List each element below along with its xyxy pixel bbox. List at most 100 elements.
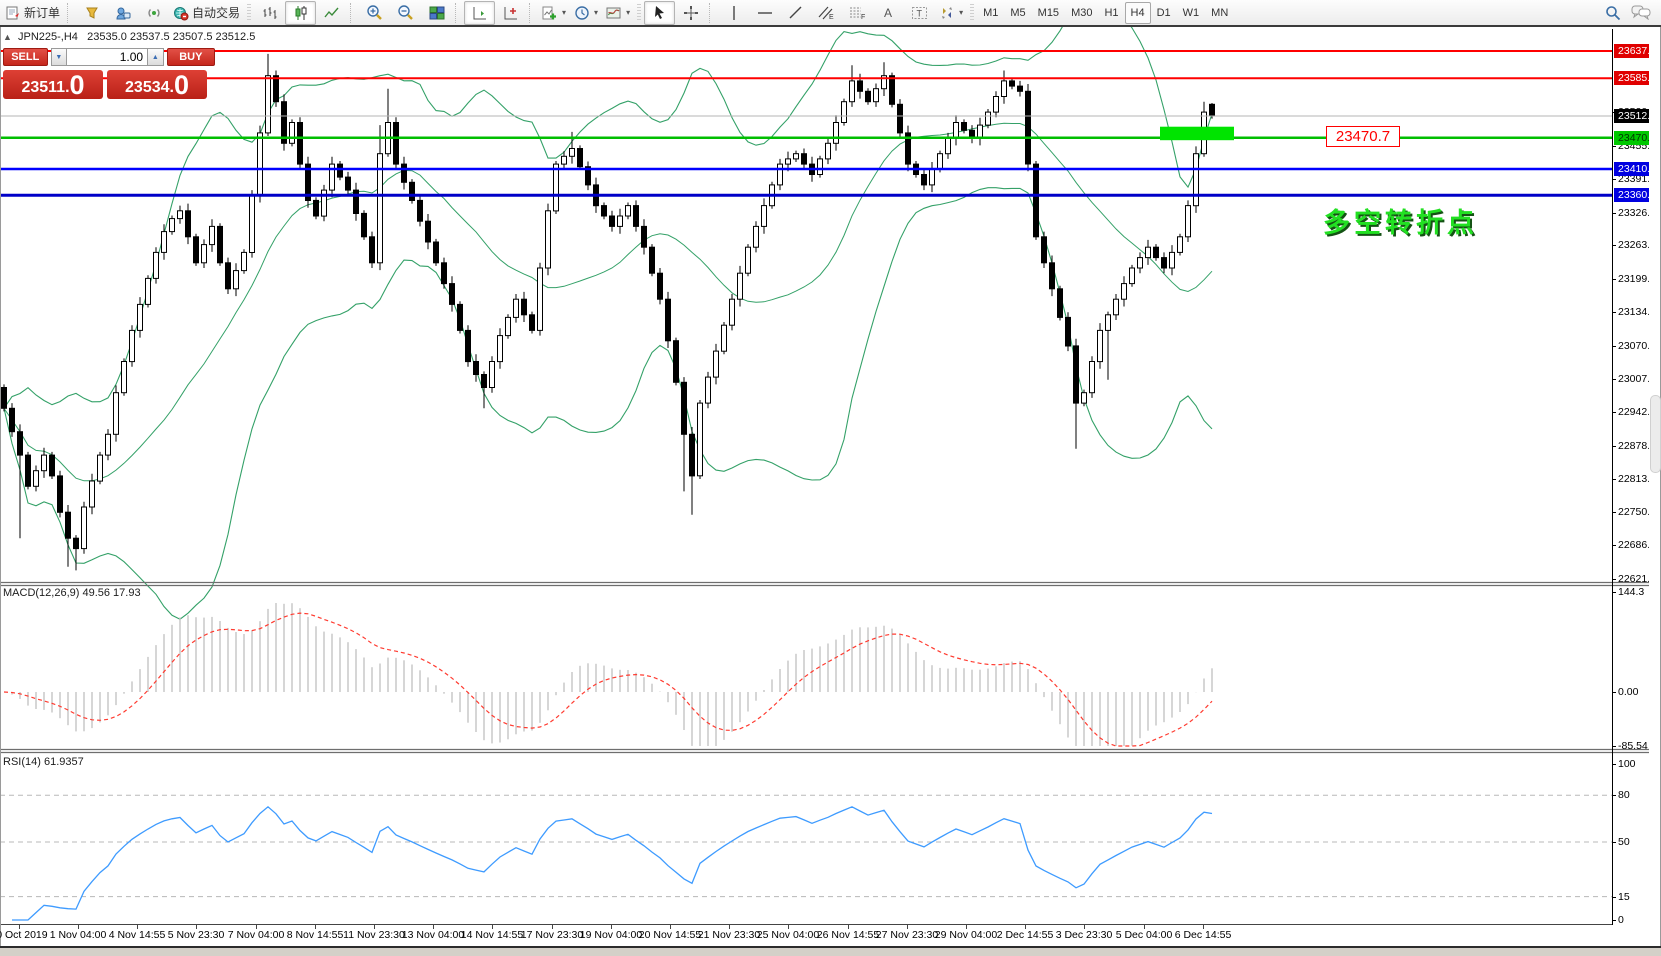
divider [455, 3, 460, 23]
channel-tool[interactable]: E [811, 1, 842, 25]
one-click-toggle-icon[interactable]: ▲ [3, 32, 12, 42]
sell-price-big-digit: 0 [70, 73, 85, 98]
trendline-icon [788, 5, 804, 21]
timeframe-m30[interactable]: M30 [1065, 2, 1098, 24]
macd-tick-mark [1612, 692, 1616, 693]
toolbar-grip [637, 4, 641, 22]
arrows-tool[interactable]: ▾ [935, 1, 967, 25]
candle-body [610, 216, 615, 226]
date-label: 13 Nov 04:00 [402, 929, 464, 941]
candle-body [202, 245, 207, 263]
indicators-button[interactable]: ▾ [538, 1, 570, 25]
timeframe-mn[interactable]: MN [1205, 2, 1234, 24]
candle-body [1082, 393, 1087, 403]
rsi-scale-label: 0 [1618, 914, 1624, 926]
svg-text:F: F [861, 14, 865, 21]
buy-price-main: 23534. [125, 78, 174, 98]
signals-button[interactable] [138, 1, 169, 25]
candle-body [10, 408, 15, 431]
candle-body [1146, 247, 1151, 257]
dropdown-caret: ▾ [562, 8, 566, 17]
line-chart-button[interactable] [316, 1, 347, 25]
scrollbar-thumb[interactable] [1650, 395, 1661, 473]
zoom-in-button[interactable] [359, 1, 390, 25]
market-button[interactable] [76, 1, 107, 25]
timeframe-h1[interactable]: H1 [1098, 2, 1124, 24]
candle-body [122, 362, 127, 393]
volume-input[interactable] [67, 48, 147, 66]
timeframe-h4[interactable]: H4 [1125, 2, 1151, 24]
templates-icon [606, 5, 622, 21]
vertical-line-icon [727, 5, 741, 21]
candle-body [266, 76, 271, 133]
fibonacci-tool[interactable]: F [842, 1, 873, 25]
hosting-button[interactable] [107, 1, 138, 25]
toolbar-grip [247, 4, 251, 22]
vertical-line-tool[interactable] [718, 1, 749, 25]
rsi-tick-mark [1612, 897, 1616, 898]
candle-body [858, 81, 863, 91]
sell-price-display[interactable]: 23511. 0 [3, 70, 103, 99]
text-tool[interactable]: A [873, 1, 904, 25]
candle-body [666, 299, 671, 341]
text-label-icon: T [911, 5, 928, 21]
timeframe-d1[interactable]: D1 [1151, 2, 1177, 24]
date-label: 7 Nov 04:00 [228, 929, 285, 941]
candle-body [938, 154, 943, 170]
cursor-tool-button[interactable] [644, 1, 675, 25]
zoom-out-button[interactable] [390, 1, 421, 25]
candlestick-chart-button[interactable] [285, 1, 316, 25]
candle-body [506, 317, 511, 335]
timeframe-m5[interactable]: M5 [1004, 2, 1031, 24]
divider [529, 3, 534, 23]
candle-body [98, 455, 103, 481]
price-tick-mark [1612, 379, 1616, 380]
crosshair-tool-button[interactable] [675, 1, 706, 25]
right-scroll-strip [1649, 29, 1660, 946]
buy-price-display[interactable]: 23534. 0 [107, 70, 207, 99]
ohlc-values: 23535.0 23537.5 23507.5 23512.5 [87, 31, 255, 43]
timeframe-m15[interactable]: M15 [1032, 2, 1065, 24]
candle-body [842, 102, 847, 123]
timeframe-w1[interactable]: W1 [1177, 2, 1206, 24]
search-icon[interactable] [1605, 5, 1621, 21]
candle-body [498, 336, 503, 362]
sell-button[interactable]: SELL [3, 48, 48, 66]
chinese-annotation[interactable]: 多空转折点 [1323, 201, 1478, 240]
candle-body [18, 432, 23, 455]
periods-button[interactable]: ▾ [570, 1, 602, 25]
highlight-zone[interactable] [1160, 127, 1234, 141]
cursor-icon [652, 5, 667, 20]
candle-body [242, 252, 247, 270]
price-flag-label[interactable]: 23470.7 [1326, 126, 1400, 147]
candle-body [834, 123, 839, 144]
candle-body [186, 211, 191, 237]
candlestick-chart-icon [293, 5, 309, 21]
candle-body [138, 304, 143, 330]
horizontal-line-tool[interactable] [749, 1, 780, 25]
candle-body [1186, 206, 1191, 237]
volume-up-button[interactable]: ▲ [147, 48, 164, 66]
trendline-tool[interactable] [780, 1, 811, 25]
candle-body [90, 481, 95, 507]
chat-icon[interactable] [1631, 5, 1651, 20]
candle-body [1170, 252, 1175, 268]
timeframe-m1[interactable]: M1 [977, 2, 1004, 24]
buy-button[interactable]: BUY [167, 48, 215, 66]
chart-canvas[interactable] [0, 0, 1661, 954]
new-order-button[interactable]: 新订单 [2, 1, 64, 25]
candle-body [234, 271, 239, 289]
candle-body [1162, 258, 1167, 268]
candle-body [674, 341, 679, 383]
tile-windows-button[interactable] [421, 1, 452, 25]
templates-button[interactable]: ▾ [602, 1, 634, 25]
label-tool[interactable]: T [904, 1, 935, 25]
candle-body [298, 123, 303, 165]
bar-chart-button[interactable] [254, 1, 285, 25]
volume-down-button[interactable]: ▼ [51, 48, 68, 66]
chart-shift-button[interactable] [495, 1, 526, 25]
candle-body [530, 315, 535, 331]
candle-body [642, 226, 647, 247]
auto-scroll-button[interactable] [464, 1, 495, 25]
algo-trading-button[interactable]: 自动交易 [169, 1, 244, 25]
